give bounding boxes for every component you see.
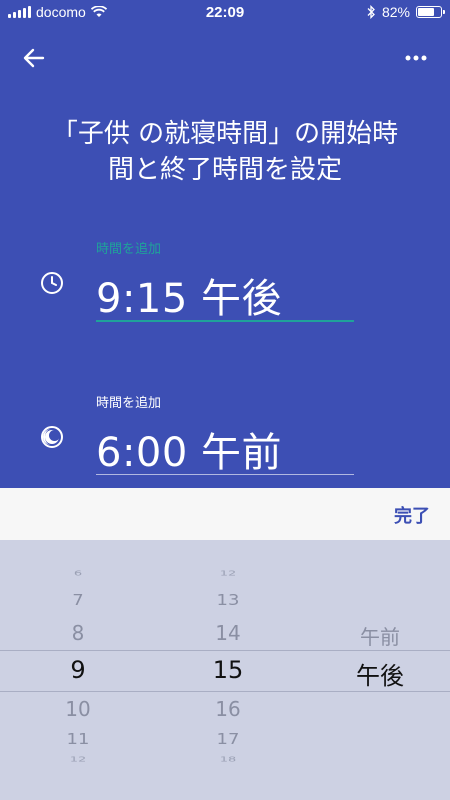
picker-hour-item[interactable]: 8: [40, 621, 116, 645]
more-horizontal-icon[interactable]: [402, 44, 430, 72]
bluetooth-icon: [367, 5, 375, 19]
picker-hour-item[interactable]: 6: [40, 569, 116, 577]
picker-minute-item[interactable]: 13: [190, 592, 266, 610]
picker-period-selected[interactable]: 午後: [320, 656, 440, 691]
battery-fill: [418, 8, 434, 16]
page-title-line-2: 間と終了時間を設定: [107, 155, 342, 185]
end-time-field[interactable]: 6:00 午前: [96, 420, 282, 478]
arrow-left-icon[interactable]: [20, 44, 48, 72]
time-picker[interactable]: 6 7 8 9 10 11 12 12 13 14 15 16 17 18 午前…: [0, 540, 450, 800]
picker-minute-selected[interactable]: 15: [190, 656, 266, 684]
clock-icon: [41, 272, 63, 294]
picker-period-item[interactable]: 午前: [320, 621, 440, 650]
end-time-underline: [96, 474, 354, 475]
moon-icon: [41, 426, 63, 448]
picker-minute-item[interactable]: 18: [190, 755, 266, 763]
picker-toolbar: 完了: [0, 488, 450, 540]
picker-hour-item[interactable]: 11: [40, 731, 116, 749]
page-title: 「子供 の就寝時間」の開始時 間と終了時間を設定: [30, 116, 420, 188]
done-button[interactable]: 完了: [394, 502, 430, 528]
status-right: 82%: [366, 4, 445, 20]
start-time-field[interactable]: 9:15 午後: [96, 266, 282, 324]
picker-hour-selected[interactable]: 9: [40, 656, 116, 684]
status-bar: docomo 22:09 82%: [0, 0, 450, 26]
start-time-label: 時間を追加: [96, 242, 162, 257]
end-time-label: 時間を追加: [96, 396, 162, 411]
picker-minute-item[interactable]: 12: [190, 569, 266, 577]
picker-minute-item[interactable]: 16: [190, 697, 266, 721]
picker-hour-item[interactable]: 7: [40, 592, 116, 610]
picker-minute-item[interactable]: 14: [190, 621, 266, 645]
picker-hour-item[interactable]: 10: [40, 697, 116, 721]
picker-minute-item[interactable]: 17: [190, 731, 266, 749]
battery-percent: 82%: [381, 4, 410, 20]
picker-hour-item[interactable]: 12: [40, 755, 116, 763]
start-time-underline: [96, 320, 354, 322]
page-title-line-1: 「子供 の就寝時間」の開始時: [51, 119, 399, 149]
battery-icon: [416, 6, 445, 18]
